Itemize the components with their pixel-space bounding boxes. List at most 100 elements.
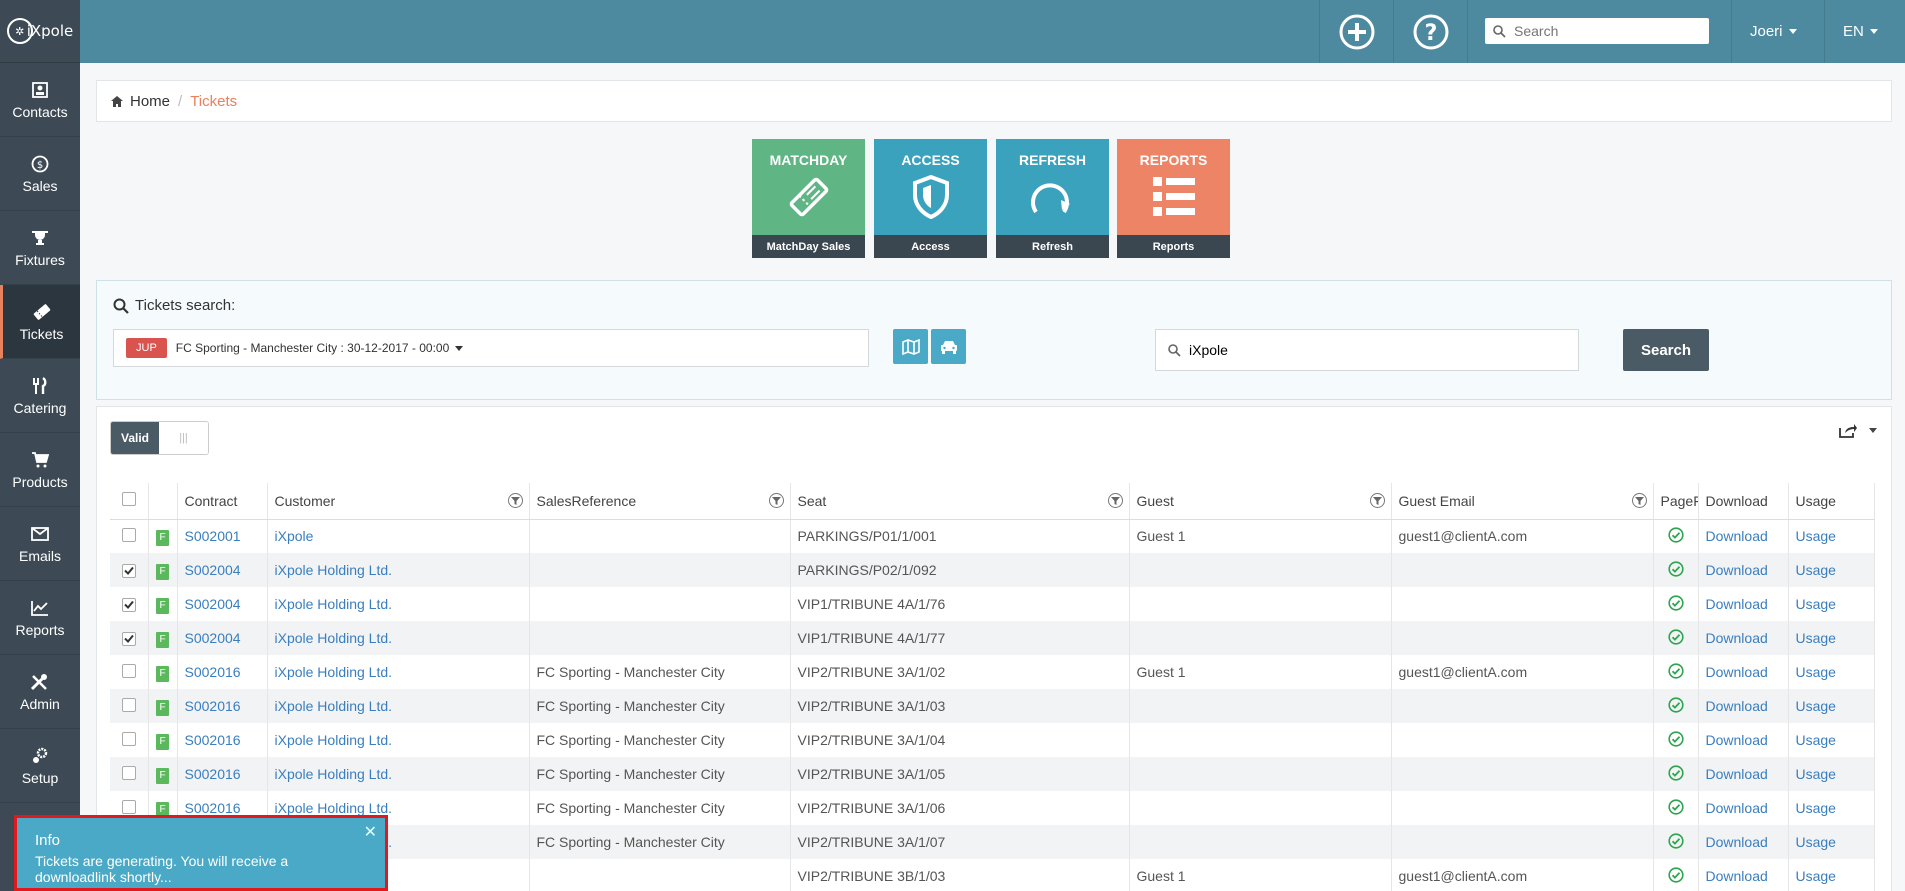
search-button[interactable]: Search [1623,329,1709,371]
column-header-guest[interactable]: Guest [1129,483,1392,520]
customer-link[interactable]: iXpole Holding Ltd. [267,757,530,791]
toggle-other[interactable]: ||| [159,422,208,454]
contract-link[interactable]: S002004 [177,587,268,621]
filter-icon[interactable] [768,493,784,508]
ticket-query-field[interactable] [1155,329,1579,371]
download-link[interactable]: Download [1698,689,1789,723]
add-button[interactable] [1319,0,1393,63]
contract-link[interactable]: S002016 [177,655,268,689]
close-icon[interactable]: ✕ [364,822,377,842]
sidebar-item-products[interactable]: Products [0,433,80,507]
table-row[interactable]: F S002016iXpole Holding Ltd.FC Sporting -… [110,689,1875,723]
help-button[interactable]: ? [1393,0,1467,63]
column-header-customer[interactable]: Customer [267,483,530,520]
table-row[interactable]: F S002004 iXpole Holding Ltd. PARKINGS/P02/… [110,553,1875,587]
contract-link[interactable]: S002004 [177,553,268,587]
row-checkbox[interactable] [121,563,136,578]
row-checkbox[interactable] [121,631,136,646]
customer-link[interactable]: iXpole Holding Ltd. [267,621,530,655]
tile-refresh[interactable]: REFRESH Refresh [996,139,1109,258]
contract-link[interactable]: S002016 [177,723,268,757]
table-row[interactable]: F S002016iXpole Holding Ltd.FC Sporting -… [110,757,1875,791]
brand-logo[interactable]: ✲ iXpole [0,0,80,63]
table-row[interactable]: F S002016iXpole Holding Ltd.FC Sporting -… [110,655,1875,689]
tile-reports[interactable]: REPORTS Reports [1117,139,1230,258]
row-checkbox[interactable] [121,527,136,542]
table-row[interactable]: F S002016iXpole Holding Ltd.FC Sporting -… [110,723,1875,757]
contract-link[interactable]: S002001 [177,519,268,553]
usage-link[interactable]: Usage [1788,655,1875,689]
sidebar-item-admin[interactable]: Admin [0,655,80,729]
table-row[interactable]: F S002004 iXpole Holding Ltd. VIP1/TRIBUNE … [110,587,1875,621]
user-menu[interactable]: Joeri [1731,0,1824,63]
sidebar-item-fixtures[interactable]: Fixtures [0,211,80,285]
customer-link[interactable]: iXpole Holding Ltd. [267,655,530,689]
language-menu[interactable]: EN [1824,0,1905,63]
row-checkbox[interactable] [121,765,136,780]
download-link[interactable]: Download [1698,655,1789,689]
sidebar-item-sales[interactable]: $ Sales [0,137,80,211]
row-checkbox[interactable] [121,663,136,678]
customer-link[interactable]: iXpole Holding Ltd. [267,723,530,757]
usage-link[interactable]: Usage [1788,689,1875,723]
valid-toggle[interactable]: Valid ||| [110,421,209,455]
seat-map-button[interactable] [893,329,928,364]
row-checkbox[interactable] [121,731,136,746]
usage-link[interactable]: Usage [1788,553,1875,587]
usage-link[interactable]: Usage [1788,757,1875,791]
customer-link[interactable]: iXpole Holding Ltd. [267,587,530,621]
usage-link[interactable]: Usage [1788,587,1875,621]
global-search-input[interactable] [1514,23,1694,39]
table-row[interactable]: F S002004 iXpole Holding Ltd. VIP1/TRIBUNE … [110,621,1875,655]
breadcrumb-home[interactable]: Home [130,93,170,110]
fixture-select[interactable]: JUP FC Sporting - Manchester City : 30-1… [113,329,869,367]
tile-access[interactable]: ACCESS Access [874,139,987,258]
column-header-guest-email[interactable]: Guest Email [1391,483,1654,520]
usage-link[interactable]: Usage [1788,723,1875,757]
tile-matchday[interactable]: MATCHDAY MatchDay Sales [752,139,865,258]
usage-link[interactable]: Usage [1788,519,1875,553]
sidebar-item-tickets[interactable]: Tickets [0,285,80,359]
download-link[interactable]: Download [1698,757,1789,791]
filter-icon[interactable] [1631,493,1647,508]
row-checkbox[interactable] [121,697,136,712]
sidebar-item-setup[interactable]: Setup [0,729,80,803]
contract-link[interactable]: S002004 [177,621,268,655]
row-checkbox[interactable] [121,799,136,814]
export-menu[interactable] [1839,423,1877,438]
download-link[interactable]: Download [1698,587,1789,621]
sidebar-item-emails[interactable]: Emails [0,507,80,581]
sidebar-item-contacts[interactable]: Contacts [0,63,80,137]
column-header[interactable]: PageF [1653,483,1699,520]
ticket-query-input[interactable] [1189,342,1569,358]
contract-link[interactable]: S002016 [177,689,268,723]
row-checkbox[interactable] [121,597,136,612]
contract-link[interactable]: S002016 [177,757,268,791]
usage-link[interactable]: Usage [1788,791,1875,825]
toggle-valid[interactable]: Valid [111,422,159,454]
customer-link[interactable]: iXpole [267,519,530,553]
global-search[interactable] [1485,18,1709,44]
filter-icon[interactable] [1369,493,1385,508]
download-link[interactable]: Download [1698,519,1789,553]
column-header[interactable]: Download [1698,483,1789,520]
download-link[interactable]: Download [1698,825,1789,859]
download-link[interactable]: Download [1698,859,1789,891]
sidebar-item-reports[interactable]: Reports [0,581,80,655]
usage-link[interactable]: Usage [1788,825,1875,859]
usage-link[interactable]: Usage [1788,859,1875,891]
select-all-checkbox[interactable] [121,492,136,507]
download-link[interactable]: Download [1698,723,1789,757]
sidebar-item-catering[interactable]: Catering [0,359,80,433]
column-header[interactable]: Contract [177,483,268,520]
column-header-seat[interactable]: Seat [790,483,1130,520]
download-link[interactable]: Download [1698,553,1789,587]
filter-icon[interactable] [507,493,523,508]
usage-link[interactable]: Usage [1788,621,1875,655]
column-header[interactable]: Usage [1788,483,1875,520]
table-row[interactable]: F S002001 iXpole PARKINGS/P01/1/001 Guest 1g… [110,519,1875,553]
customer-link[interactable]: iXpole Holding Ltd. [267,689,530,723]
download-link[interactable]: Download [1698,621,1789,655]
download-link[interactable]: Download [1698,791,1789,825]
customer-link[interactable]: iXpole Holding Ltd. [267,553,530,587]
